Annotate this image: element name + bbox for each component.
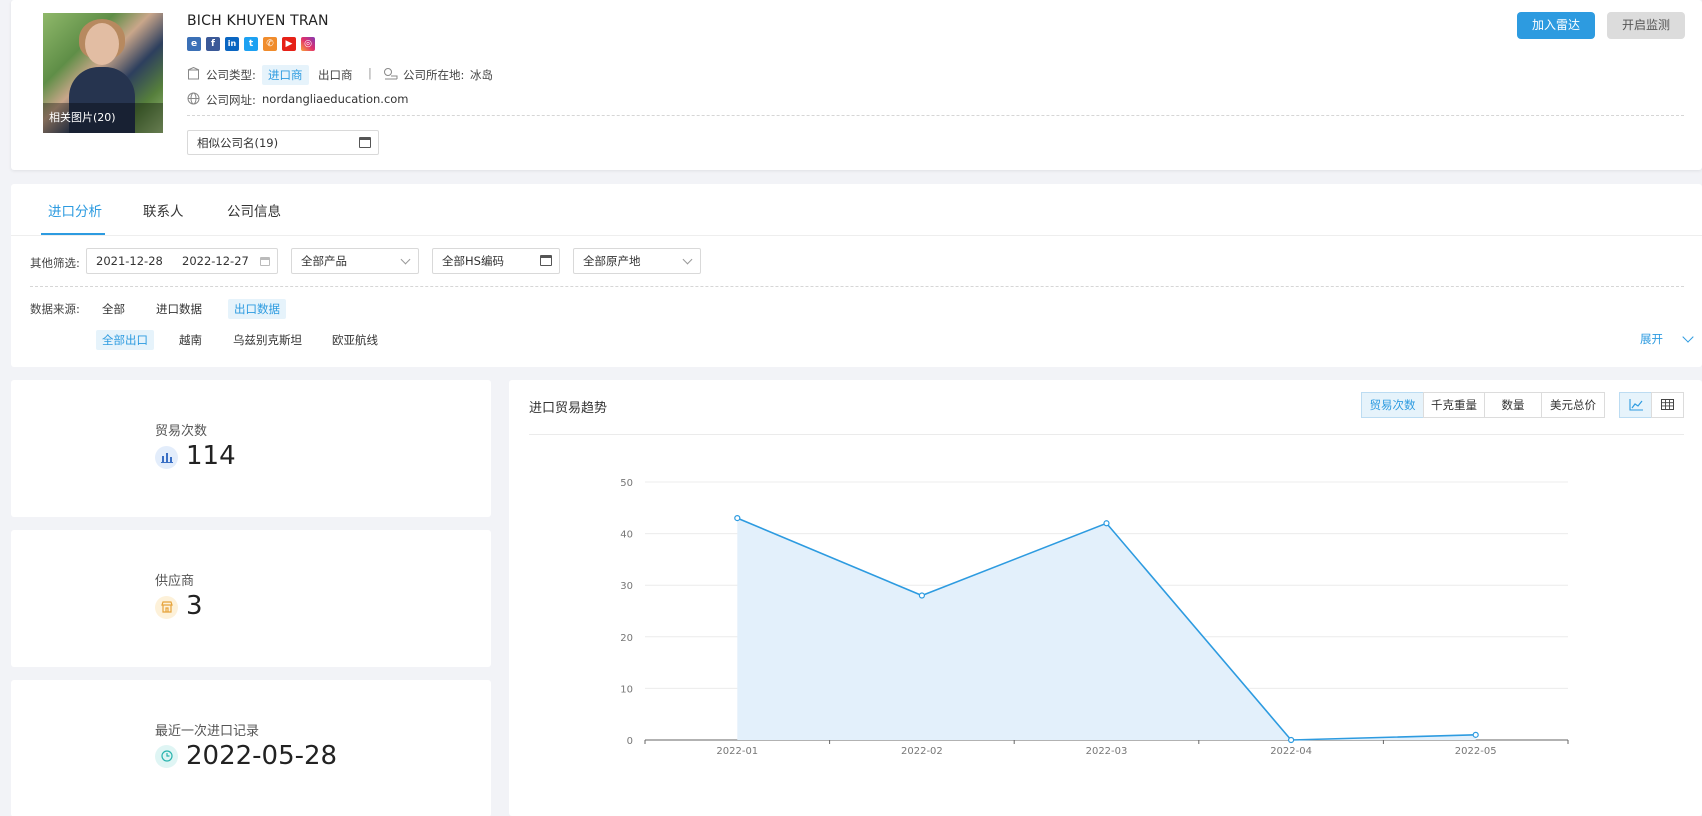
- data-point: [734, 515, 741, 522]
- chevron-down-icon: [400, 254, 411, 265]
- twitter-icon[interactable]: t: [244, 37, 258, 51]
- date-start: 2021-12-28: [96, 254, 163, 268]
- trend-chart: 0 10 20 30 40 50 2022-01 2022-02 2022-03 2022-04 2…: [620, 478, 1569, 757]
- hs-code-value: 全部HS编码: [442, 254, 504, 268]
- tab-import-analysis[interactable]: 进口分析: [48, 200, 102, 220]
- chevron-down-icon: [682, 254, 693, 265]
- expand-label: 展开: [1640, 332, 1663, 346]
- trade-count-card: [11, 380, 491, 517]
- y-tick-label: 20: [620, 633, 633, 644]
- store-icon: [155, 596, 178, 619]
- calendar-icon: [260, 257, 270, 266]
- data-point: [918, 592, 925, 599]
- trade-count-label: 贸易次数: [155, 424, 208, 439]
- y-tick-label: 30: [620, 581, 633, 592]
- facebook-icon[interactable]: f: [206, 37, 220, 51]
- y-tick-label: 50: [620, 478, 633, 489]
- last-record-value: 2022-05-28: [186, 741, 338, 771]
- similar-names-select[interactable]: 相似公司名(19): [187, 130, 379, 155]
- line-chart-icon[interactable]: [1619, 392, 1652, 418]
- origin-select-value: 全部原产地: [583, 254, 641, 268]
- sub-eurasia[interactable]: 欧亚航线: [326, 330, 384, 350]
- website-link[interactable]: nordangliaeducation.com: [262, 92, 409, 106]
- separator: |: [368, 66, 372, 80]
- trade-count-value: 114: [186, 441, 236, 471]
- sub-all-export[interactable]: 全部出口: [96, 330, 154, 350]
- company-photo[interactable]: 相关图片(20): [43, 13, 163, 133]
- calendar-icon: [540, 255, 552, 266]
- x-tick-label: 2022-04: [1270, 746, 1312, 757]
- date-range-picker[interactable]: 2021-12-28 2022-12-27: [86, 248, 278, 274]
- chart-header-divider: [529, 434, 1684, 435]
- linkedin-icon[interactable]: in: [225, 37, 239, 51]
- source-all[interactable]: 全部: [96, 299, 131, 319]
- instagram-icon[interactable]: ◎: [301, 37, 315, 51]
- location-label: 公司所在地:: [403, 68, 465, 82]
- supplier-card: [11, 530, 491, 667]
- metric-weight[interactable]: 千克重量: [1423, 392, 1485, 418]
- sub-vietnam[interactable]: 越南: [173, 330, 208, 350]
- divider: [187, 115, 1684, 116]
- metric-usd-total[interactable]: 美元总价: [1541, 392, 1605, 418]
- series-area: [737, 518, 1476, 740]
- ie-icon[interactable]: e: [187, 37, 201, 51]
- divider: [30, 286, 1684, 287]
- x-tick-label: 2022-03: [1086, 746, 1128, 757]
- source-import[interactable]: 进口数据: [150, 299, 208, 319]
- add-radar-button[interactable]: 加入雷达: [1517, 12, 1595, 39]
- x-tick-label: 2022-01: [716, 746, 758, 757]
- last-record-label: 最近一次进口记录: [155, 724, 260, 739]
- tabs-divider: [11, 235, 1702, 236]
- bar-chart-icon: [155, 446, 178, 469]
- expand-button[interactable]: 展开: [1640, 331, 1694, 347]
- table-icon[interactable]: [1651, 392, 1684, 418]
- y-tick-label: 0: [627, 736, 633, 747]
- data-point: [1287, 736, 1295, 744]
- company-name: BICH KHUYEN TRAN: [187, 13, 329, 29]
- y-tick-label: 10: [620, 684, 633, 695]
- data-point: [1103, 520, 1110, 527]
- building-icon: [187, 67, 200, 80]
- origin-select[interactable]: 全部原产地: [573, 248, 701, 274]
- calendar-icon: [359, 137, 371, 148]
- product-select[interactable]: 全部产品: [291, 248, 419, 274]
- metric-trade-count[interactable]: 贸易次数: [1361, 392, 1424, 418]
- x-tick-label: 2022-02: [901, 746, 943, 757]
- chart-title: 进口贸易趋势: [529, 401, 608, 416]
- website-label: 公司网址:: [206, 93, 256, 107]
- date-end: 2022-12-27: [182, 254, 249, 268]
- photo-caption[interactable]: 相关图片(20): [43, 103, 163, 133]
- phone-icon[interactable]: ✆: [263, 37, 277, 51]
- sub-uzbekistan[interactable]: 乌兹别克斯坦: [227, 330, 308, 350]
- metric-quantity[interactable]: 数量: [1484, 392, 1542, 418]
- importer-tag[interactable]: 进口商: [262, 65, 309, 85]
- globe-icon: [187, 92, 200, 105]
- source-label: 数据来源:: [30, 302, 80, 316]
- monitor-button[interactable]: 开启监测: [1607, 12, 1685, 39]
- similar-names-text: 相似公司名(19): [197, 136, 279, 150]
- youtube-icon[interactable]: ▶: [282, 37, 296, 51]
- filter-label: 其他筛选:: [30, 256, 80, 270]
- y-tick-label: 40: [620, 530, 633, 541]
- exporter-tag[interactable]: 出口商: [318, 67, 353, 83]
- x-tick-label: 2022-05: [1455, 746, 1497, 757]
- source-export[interactable]: 出口数据: [228, 299, 286, 319]
- tab-company-info[interactable]: 公司信息: [227, 200, 281, 220]
- product-select-value: 全部产品: [301, 254, 347, 268]
- location-value: 冰岛: [470, 68, 493, 82]
- location-icon: [384, 68, 398, 80]
- company-type-label: 公司类型:: [206, 68, 256, 82]
- supplier-value: 3: [186, 591, 203, 621]
- supplier-label: 供应商: [155, 574, 195, 589]
- clock-icon: [155, 745, 178, 768]
- data-point: [1472, 731, 1479, 738]
- hs-code-select[interactable]: 全部HS编码: [432, 248, 560, 274]
- tab-contacts[interactable]: 联系人: [143, 200, 184, 220]
